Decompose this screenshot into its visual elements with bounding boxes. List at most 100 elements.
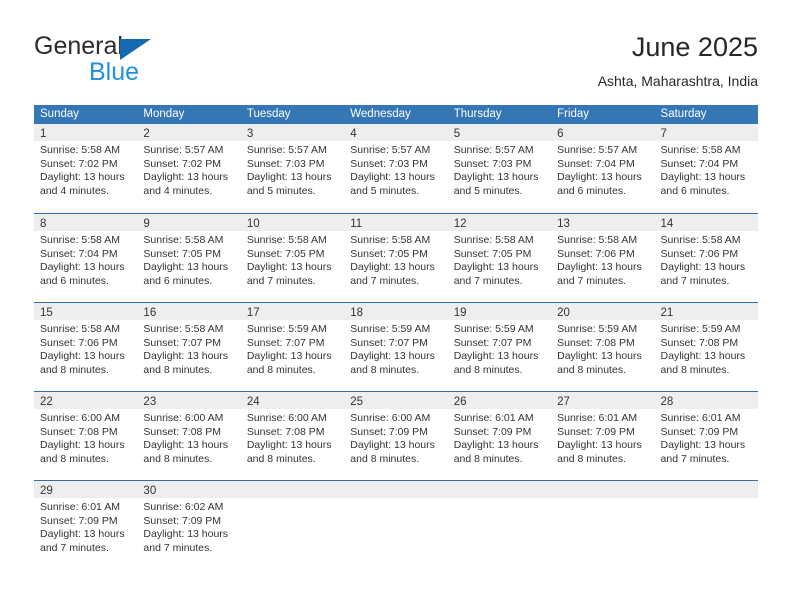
sunset-text: Sunset: 7:09 PM (453, 425, 532, 438)
day-cell[interactable]: 6 Sunrise: 5:57 AM Sunset: 7:04 PM Dayli… (551, 124, 655, 213)
sunrise-text: Sunrise: 5:58 AM (557, 234, 638, 246)
day-cell[interactable]: 12 Sunrise: 5:58 AM Sunset: 7:05 PM Dayl… (447, 214, 552, 302)
sunset-text: Sunset: 7:08 PM (143, 425, 222, 438)
day-number-band: 7 (654, 124, 758, 141)
day-cell[interactable]: 10 Sunrise: 5:58 AM Sunset: 7:05 PM Dayl… (240, 214, 345, 302)
day-details: Sunrise: 6:00 AM Sunset: 7:08 PM Dayligh… (137, 409, 240, 466)
day-cell[interactable]: 18 Sunrise: 5:59 AM Sunset: 7:07 PM Dayl… (344, 303, 448, 391)
day-number-band (344, 481, 448, 498)
day-details: Sunrise: 5:57 AM Sunset: 7:02 PM Dayligh… (137, 141, 240, 198)
daylight-text-line2: and 4 minutes. (143, 184, 213, 197)
day-cell[interactable]: 8 Sunrise: 5:58 AM Sunset: 7:04 PM Dayli… (34, 214, 138, 302)
day-cell[interactable]: 13 Sunrise: 5:58 AM Sunset: 7:06 PM Dayl… (551, 214, 655, 302)
day-cell[interactable]: 25 Sunrise: 6:00 AM Sunset: 7:09 PM Dayl… (344, 392, 448, 480)
day-number-band (447, 481, 552, 498)
day-number-band: 28 (654, 392, 758, 409)
day-cell[interactable]: 1 Sunrise: 5:58 AM Sunset: 7:02 PM Dayli… (34, 124, 138, 213)
daylight-text-line2: and 8 minutes. (143, 452, 213, 465)
day-cell[interactable]: 21 Sunrise: 5:59 AM Sunset: 7:08 PM Dayl… (654, 303, 758, 391)
daylight-text-line2: and 8 minutes. (557, 363, 626, 376)
day-number: 5 (453, 128, 461, 140)
day-cell[interactable]: 23 Sunrise: 6:00 AM Sunset: 7:08 PM Dayl… (137, 392, 241, 480)
calendar-grid: Sunday Monday Tuesday Wednesday Thursday… (34, 105, 758, 569)
weekday-header-wednesday: Wednesday (350, 108, 411, 120)
day-cell[interactable]: 27 Sunrise: 6:01 AM Sunset: 7:09 PM Dayl… (551, 392, 655, 480)
day-details: Sunrise: 5:58 AM Sunset: 7:05 PM Dayligh… (241, 231, 344, 288)
day-number-band: 24 (240, 392, 345, 409)
sunrise-text: Sunrise: 6:00 AM (350, 412, 431, 424)
day-cell[interactable]: 7 Sunrise: 5:58 AM Sunset: 7:04 PM Dayli… (654, 124, 758, 213)
day-cell-empty (240, 481, 345, 569)
day-number: 26 (453, 396, 467, 408)
day-number: 8 (40, 218, 47, 230)
day-number-band: 16 (137, 303, 241, 320)
day-cell[interactable]: 5 Sunrise: 5:57 AM Sunset: 7:03 PM Dayli… (447, 124, 552, 213)
sunset-text: Sunset: 7:05 PM (143, 247, 222, 260)
day-cell[interactable]: 4 Sunrise: 5:57 AM Sunset: 7:03 PM Dayli… (344, 124, 448, 213)
day-number-band: 12 (447, 214, 552, 231)
day-cell[interactable]: 15 Sunrise: 5:58 AM Sunset: 7:06 PM Dayl… (34, 303, 138, 391)
sunset-text: Sunset: 7:07 PM (246, 336, 325, 349)
sunset-text: Sunset: 7:07 PM (143, 336, 222, 349)
day-cell[interactable]: 20 Sunrise: 5:59 AM Sunset: 7:08 PM Dayl… (551, 303, 655, 391)
day-cell[interactable]: 24 Sunrise: 6:00 AM Sunset: 7:08 PM Dayl… (240, 392, 345, 480)
day-number: 1 (40, 128, 47, 140)
day-cell[interactable]: 17 Sunrise: 5:59 AM Sunset: 7:07 PM Dayl… (240, 303, 345, 391)
daylight-text-line2: and 8 minutes. (143, 363, 213, 376)
day-details: Sunrise: 5:57 AM Sunset: 7:04 PM Dayligh… (551, 141, 654, 198)
day-cell[interactable]: 3 Sunrise: 5:57 AM Sunset: 7:03 PM Dayli… (240, 124, 345, 213)
page-header: General Blue June 2025 Ashta, Maharashtr… (0, 0, 792, 96)
daylight-text-line1: Daylight: 13 hours (246, 261, 332, 274)
daylight-text-line2: and 8 minutes. (453, 363, 523, 376)
day-cell[interactable]: 14 Sunrise: 5:58 AM Sunset: 7:06 PM Dayl… (654, 214, 758, 302)
logo-text-blue: Blue (89, 58, 140, 86)
day-details: Sunrise: 6:01 AM Sunset: 7:09 PM Dayligh… (551, 409, 654, 466)
day-cell[interactable]: 26 Sunrise: 6:01 AM Sunset: 7:09 PM Dayl… (447, 392, 552, 480)
daylight-text-line1: Daylight: 13 hours (350, 350, 435, 363)
general-blue-logo[interactable]: General Blue (34, 32, 214, 88)
day-cell-empty (344, 481, 448, 569)
day-cell[interactable]: 2 Sunrise: 5:57 AM Sunset: 7:02 PM Dayli… (137, 124, 241, 213)
daylight-text-line1: Daylight: 13 hours (246, 350, 332, 363)
daylight-text-line2: and 7 minutes. (453, 274, 523, 287)
sunrise-text: Sunrise: 5:58 AM (660, 144, 741, 156)
day-cell-empty (447, 481, 552, 569)
daylight-text-line2: and 5 minutes. (350, 184, 420, 197)
day-number: 4 (350, 128, 357, 140)
day-cell[interactable]: 30 Sunrise: 6:02 AM Sunset: 7:09 PM Dayl… (137, 481, 241, 569)
day-number-band: 21 (654, 303, 758, 320)
sunset-text: Sunset: 7:06 PM (40, 336, 118, 349)
daylight-text-line2: and 8 minutes. (350, 363, 420, 376)
daylight-text-line2: and 7 minutes. (246, 274, 316, 287)
day-cell[interactable]: 28 Sunrise: 6:01 AM Sunset: 7:09 PM Dayl… (654, 392, 758, 480)
day-number-band: 6 (551, 124, 655, 141)
sunrise-text: Sunrise: 5:57 AM (143, 144, 224, 156)
day-details: Sunrise: 5:59 AM Sunset: 7:08 PM Dayligh… (655, 320, 758, 377)
daylight-text-line2: and 5 minutes. (246, 184, 316, 197)
day-cell[interactable]: 29 Sunrise: 6:01 AM Sunset: 7:09 PM Dayl… (34, 481, 138, 569)
day-cell[interactable]: 22 Sunrise: 6:00 AM Sunset: 7:08 PM Dayl… (34, 392, 138, 480)
weekday-header-monday: Monday (143, 108, 185, 120)
day-cell[interactable]: 11 Sunrise: 5:58 AM Sunset: 7:05 PM Dayl… (344, 214, 448, 302)
day-details: Sunrise: 5:58 AM Sunset: 7:04 PM Dayligh… (34, 231, 137, 288)
daylight-text-line1: Daylight: 13 hours (453, 350, 539, 363)
sunrise-text: Sunrise: 5:58 AM (143, 234, 224, 246)
daylight-text-line1: Daylight: 13 hours (660, 350, 746, 363)
logo-triangle-icon (120, 39, 151, 60)
day-number-band: 2 (137, 124, 241, 141)
sunset-text: Sunset: 7:08 PM (660, 336, 739, 349)
daylight-text-line1: Daylight: 13 hours (246, 439, 332, 452)
day-cell[interactable]: 19 Sunrise: 5:59 AM Sunset: 7:07 PM Dayl… (447, 303, 552, 391)
day-cell[interactable]: 16 Sunrise: 5:58 AM Sunset: 7:07 PM Dayl… (137, 303, 241, 391)
day-number: 18 (350, 307, 364, 319)
sunrise-text: Sunrise: 6:01 AM (453, 412, 534, 424)
day-number-band: 29 (34, 481, 138, 498)
day-cell[interactable]: 9 Sunrise: 5:58 AM Sunset: 7:05 PM Dayli… (137, 214, 241, 302)
daylight-text-line1: Daylight: 13 hours (143, 528, 229, 541)
day-details: Sunrise: 5:59 AM Sunset: 7:07 PM Dayligh… (241, 320, 344, 377)
day-details: Sunrise: 5:57 AM Sunset: 7:03 PM Dayligh… (344, 141, 447, 198)
sunset-text: Sunset: 7:05 PM (350, 247, 428, 260)
sunset-text: Sunset: 7:02 PM (143, 157, 222, 170)
logo-text-general: General (34, 32, 123, 60)
sunset-text: Sunset: 7:09 PM (350, 425, 428, 438)
